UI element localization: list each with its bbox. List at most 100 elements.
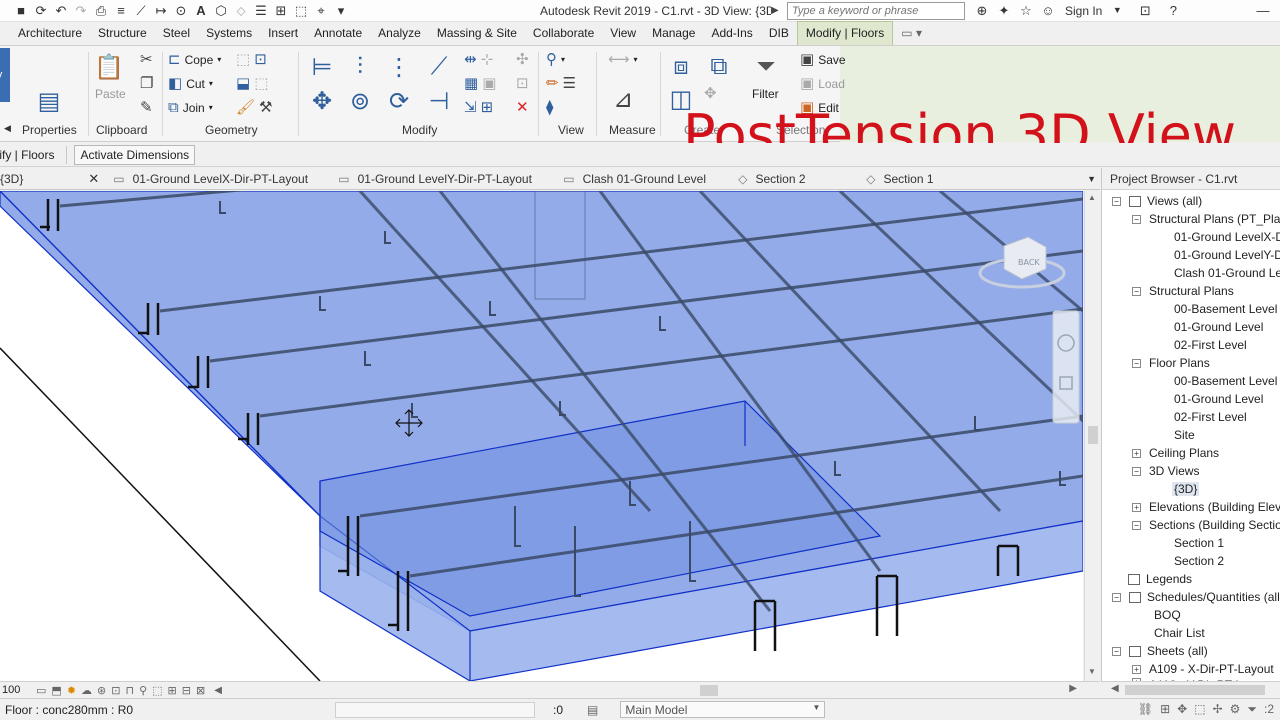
tab-analyze[interactable]: Analyze — [370, 26, 429, 45]
measure-icon[interactable]: ⟋ — [134, 4, 148, 17]
binoculars-icon[interactable]: ⊕ — [975, 4, 989, 17]
close-view-icon[interactable]: ✕ — [88, 171, 99, 187]
paint-view-icon[interactable]: ⧫ — [546, 100, 553, 115]
print-icon[interactable]: ⎙ — [94, 4, 108, 17]
align-icon[interactable]: ⊨ — [307, 52, 337, 82]
undo-icon[interactable]: ↶ — [54, 4, 68, 17]
lock-view-icon[interactable]: ⊓ — [125, 684, 134, 697]
tree-node[interactable]: − Schedules/Quantities (all) — [1112, 588, 1280, 606]
scroll-left-icon[interactable]: ◀ — [1111, 683, 1119, 694]
match-properties-icon[interactable]: ✎ — [140, 100, 153, 115]
filter-icon[interactable]: ⏷ — [751, 52, 781, 82]
select-pinned-icon[interactable]: ✥ — [1177, 702, 1187, 717]
tree-node[interactable]: 01-Ground Level — [1174, 318, 1263, 336]
tree-node[interactable]: −3D Views — [1132, 462, 1199, 480]
ribbon-minimize-icon[interactable]: ▭ ▾ — [893, 26, 930, 45]
collapse-icon[interactable]: − — [1112, 592, 1121, 602]
collapse-icon[interactable]: − — [1132, 286, 1141, 296]
viewport-vertical-scrollbar[interactable]: ▲ ▼ — [1084, 191, 1100, 681]
tree-node[interactable]: Section 1 — [1174, 534, 1224, 552]
join-button[interactable]: ⧉ Join ▾ — [168, 100, 213, 115]
split-icon[interactable]: ⇹ ⊹ — [464, 52, 493, 67]
panel-expander-icon[interactable]: ◀ — [4, 123, 11, 134]
tree-node[interactable]: Site — [1174, 426, 1195, 444]
favorites-icon[interactable]: ☆ — [1019, 4, 1033, 17]
tree-node[interactable]: − Views (all) — [1112, 192, 1202, 210]
scroll-up-icon[interactable]: ▲ — [1088, 193, 1096, 202]
tree-node[interactable]: 02-First Level — [1174, 336, 1247, 354]
select-icon[interactable]: ⌖ — [314, 4, 328, 17]
default-3d-icon[interactable]: ⬡ — [214, 4, 228, 17]
tree-node[interactable]: 01-Ground Level — [1174, 390, 1263, 408]
collapse-icon[interactable]: − — [1112, 646, 1121, 656]
rendering-icon[interactable]: ⊛ — [97, 684, 106, 697]
collapse-icon[interactable]: − — [1132, 358, 1141, 368]
communication-center-icon[interactable]: ✦ — [997, 4, 1011, 17]
unpin-icon[interactable]: ⊡ — [516, 76, 529, 91]
tab-structure[interactable]: Structure — [90, 26, 155, 45]
reveal-hidden-icon[interactable]: ⬚ — [152, 684, 162, 697]
tag-icon[interactable]: ⊙ — [174, 4, 188, 17]
view-tab-section-1[interactable]: ◇ Section 1 — [866, 168, 1066, 190]
tree-node[interactable]: + A109 - X-Dir-PT-Layout — [1132, 660, 1274, 678]
tree-node[interactable]: − Sections (Building Section) — [1132, 516, 1280, 534]
workset-combo[interactable] — [335, 701, 535, 718]
load-selection-button[interactable]: ▣ Load — [800, 76, 845, 91]
design-options-icon[interactable]: ▤ — [587, 703, 598, 717]
tree-node[interactable]: −Structural Plans (PT_Plans) — [1132, 210, 1280, 228]
tab-collaborate[interactable]: Collaborate — [525, 26, 602, 45]
navigation-bar[interactable] — [1052, 310, 1080, 424]
view-tab-3d[interactable]: {3D} — [0, 168, 23, 190]
view-tab-y-dir-layout[interactable]: ▭ 01-Ground LevelY-Dir-PT-Layout — [338, 168, 563, 190]
trim-icon[interactable]: ⊣ — [424, 86, 454, 116]
select-underlay-icon[interactable]: ⊞ — [1160, 702, 1170, 717]
save-selection-button[interactable]: ▣ Save — [800, 52, 846, 67]
save-icon[interactable]: ■ — [14, 4, 28, 17]
crop-view-icon[interactable]: ⊡ — [111, 684, 120, 697]
collapse-icon[interactable]: − — [1132, 520, 1141, 530]
tab-annotate[interactable]: Annotate — [306, 26, 370, 45]
tree-node[interactable]: 01-Ground LevelX-Dir-PT-Layout — [1174, 228, 1280, 246]
close-hidden-icon[interactable]: ☰ — [254, 4, 268, 17]
delete-icon[interactable]: ✕ — [516, 100, 529, 115]
scrollbar-thumb[interactable] — [700, 685, 718, 696]
select-by-face-icon[interactable]: ⬚ — [1194, 702, 1205, 717]
move-icon[interactable]: ✥ — [307, 86, 337, 116]
tab-manage[interactable]: Manage — [644, 26, 703, 45]
collapse-icon[interactable]: − — [1132, 214, 1141, 224]
redo-icon[interactable]: ↷ — [74, 4, 88, 17]
tree-node[interactable]: − Floor Plans — [1132, 354, 1210, 372]
tree-node[interactable]: Clash 01-Ground Level — [1174, 264, 1280, 282]
paint-icon[interactable]: 🖌 ⚒ — [236, 100, 273, 115]
scroll-down-icon[interactable]: ▼ — [1088, 667, 1096, 676]
shadows-icon[interactable]: ☁ — [81, 684, 92, 697]
exchange-apps-icon[interactable]: ⊡ — [1138, 4, 1152, 17]
sign-in-button[interactable]: Sign In — [1065, 4, 1102, 18]
tab-add-ins[interactable]: Add-Ins — [703, 26, 760, 45]
rotate-icon[interactable]: ⟳ — [384, 86, 414, 116]
filter-button[interactable]: Filter — [752, 87, 779, 101]
text-icon[interactable]: A — [194, 4, 208, 17]
tree-node[interactable]: + Elevations (Building Elevation) — [1132, 498, 1280, 516]
customize-qat-icon[interactable]: ▾ — [334, 4, 348, 17]
copy-icon[interactable]: ❐ — [140, 76, 153, 91]
tree-node[interactable]: 00-Basement Level — [1174, 372, 1277, 390]
thin-lines-icon[interactable]: ≡ — [114, 4, 128, 17]
properties-icon[interactable]: ▤ — [34, 86, 64, 116]
filter-status-icon[interactable]: ⏷ — [1247, 702, 1257, 717]
modify-icon[interactable]: ⬚ — [294, 4, 308, 17]
mirror-draw-icon[interactable]: ⟋ — [424, 52, 454, 82]
switch-windows-icon[interactable]: ⊞ — [274, 4, 288, 17]
activate-dimensions-button[interactable]: Activate Dimensions — [74, 144, 196, 165]
view-tab-x-dir-layout[interactable]: ▭ 01-Ground LevelX-Dir-PT-Layout — [113, 168, 338, 190]
linework-icon[interactable]: ✏ ☰ — [546, 76, 576, 91]
detail-level-icon[interactable]: ▭ — [36, 684, 46, 697]
collapse-icon[interactable]: − — [1132, 466, 1141, 476]
tree-node[interactable]: + Ceiling Plans — [1132, 444, 1219, 462]
cut-clipboard-icon[interactable]: ✂ — [140, 52, 153, 67]
array-icon[interactable]: ▦ ▣ — [464, 76, 496, 91]
hide-isolate-icon[interactable]: ⚲ — [139, 684, 147, 697]
tab-dib[interactable]: DIB — [761, 26, 797, 45]
tree-node[interactable]: Section 2 — [1174, 552, 1224, 570]
expand-icon[interactable]: + — [1132, 448, 1141, 458]
